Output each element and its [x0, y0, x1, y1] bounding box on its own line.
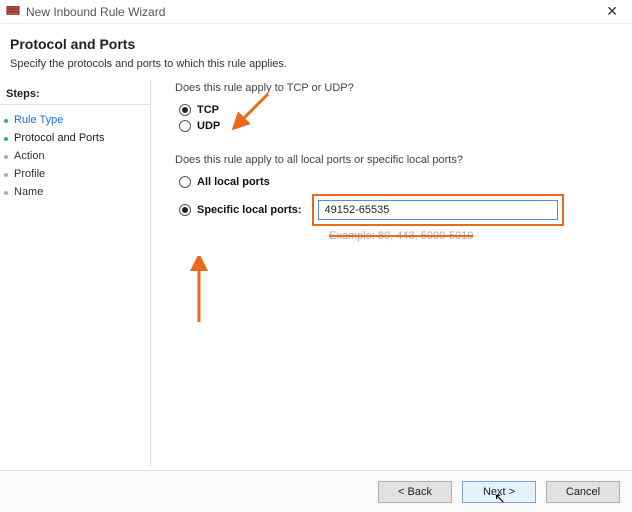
protocol-radiogroup: TCP UDP	[179, 104, 616, 132]
radio-icon	[179, 204, 191, 216]
question-protocol: Does this rule apply to TCP or UDP?	[175, 82, 616, 94]
back-button[interactable]: < Back	[378, 481, 452, 503]
step-protocol-and-ports[interactable]: Protocol and Ports	[0, 129, 150, 147]
radio-specific-ports-label: Specific local ports:	[197, 204, 302, 216]
close-icon[interactable]: ✕	[598, 3, 626, 20]
page-header: Protocol and Ports Specify the protocols…	[0, 24, 632, 80]
annotation-highlight-box	[312, 194, 564, 226]
page-subtext: Specify the protocols and ports to which…	[10, 58, 622, 70]
cancel-button[interactable]: Cancel	[546, 481, 620, 503]
next-button[interactable]: Next >	[462, 481, 536, 503]
wizard-footer: < Back Next > Cancel	[0, 470, 632, 512]
radio-icon	[179, 120, 191, 132]
steps-sidebar: Steps: Rule Type Protocol and Ports Acti…	[0, 80, 150, 466]
ports-radiogroup: All local ports Specific local ports: Ex…	[179, 176, 616, 242]
radio-icon	[179, 104, 191, 116]
wizard-content: Does this rule apply to TCP or UDP? TCP …	[151, 80, 632, 466]
page-heading: Protocol and Ports	[10, 36, 622, 52]
steps-label: Steps:	[0, 88, 150, 105]
step-name[interactable]: Name	[0, 183, 150, 201]
step-action[interactable]: Action	[0, 147, 150, 165]
firewall-icon	[6, 3, 20, 20]
specific-ports-input[interactable]	[318, 200, 558, 220]
radio-udp-label: UDP	[197, 120, 220, 132]
ports-example-text: Example: 80, 443, 5000-5010	[329, 230, 616, 242]
question-ports: Does this rule apply to all local ports …	[175, 154, 616, 166]
radio-specific-ports[interactable]: Specific local ports:	[179, 204, 302, 216]
radio-udp[interactable]: UDP	[179, 120, 616, 132]
radio-tcp-label: TCP	[197, 104, 219, 116]
radio-all-ports[interactable]: All local ports	[179, 176, 616, 188]
titlebar: New Inbound Rule Wizard ✕	[0, 0, 632, 24]
window-title: New Inbound Rule Wizard	[26, 5, 165, 19]
radio-all-ports-label: All local ports	[197, 176, 270, 188]
radio-icon	[179, 176, 191, 188]
step-profile[interactable]: Profile	[0, 165, 150, 183]
radio-tcp[interactable]: TCP	[179, 104, 616, 116]
step-rule-type[interactable]: Rule Type	[0, 111, 150, 129]
